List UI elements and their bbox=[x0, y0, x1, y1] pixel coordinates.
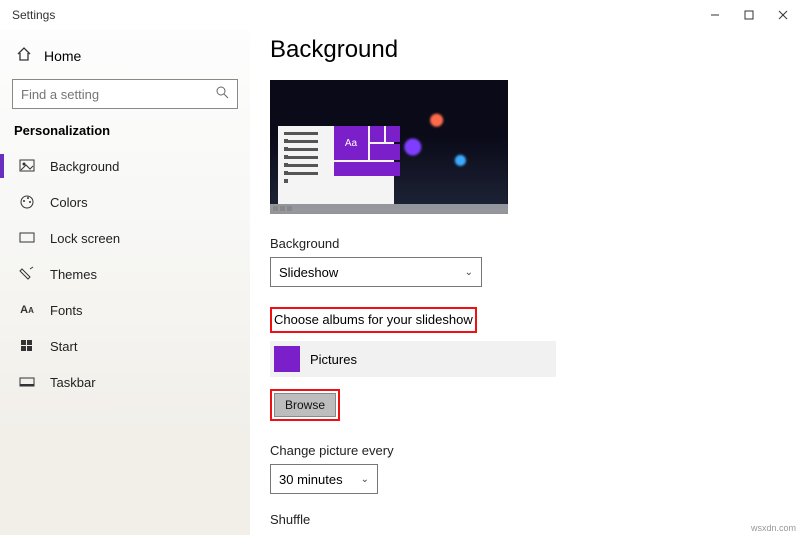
shuffle-label: Shuffle bbox=[270, 512, 772, 527]
album-row[interactable]: Pictures bbox=[270, 341, 556, 377]
desktop-preview: Aa bbox=[270, 80, 508, 214]
change-interval-value: 30 minutes bbox=[279, 472, 343, 487]
chevron-down-icon: ⌄ bbox=[465, 267, 473, 278]
maximize-button[interactable] bbox=[732, 0, 766, 30]
sidebar-item-label: Themes bbox=[50, 267, 97, 282]
search-input[interactable] bbox=[12, 79, 238, 109]
home-button[interactable]: Home bbox=[12, 40, 238, 79]
preview-taskbar bbox=[270, 204, 508, 214]
lock-screen-icon bbox=[18, 229, 36, 247]
home-label: Home bbox=[44, 48, 81, 64]
chevron-down-icon: ⌄ bbox=[361, 474, 369, 485]
background-dropdown[interactable]: Slideshow ⌄ bbox=[270, 257, 482, 287]
sidebar-item-taskbar[interactable]: Taskbar bbox=[12, 364, 238, 400]
background-label: Background bbox=[270, 236, 772, 251]
titlebar: Settings bbox=[0, 0, 800, 30]
preview-start-panel: Aa bbox=[278, 126, 394, 204]
sidebar-item-lock-screen[interactable]: Lock screen bbox=[12, 220, 238, 256]
sidebar-item-label: Colors bbox=[50, 195, 88, 210]
album-name: Pictures bbox=[310, 352, 357, 367]
sidebar-item-background[interactable]: Background bbox=[12, 148, 238, 184]
sidebar-item-label: Start bbox=[50, 339, 77, 354]
start-icon bbox=[18, 337, 36, 355]
window-title: Settings bbox=[12, 8, 55, 22]
background-dropdown-value: Slideshow bbox=[279, 265, 338, 280]
close-button[interactable] bbox=[766, 0, 800, 30]
sidebar-item-colors[interactable]: Colors bbox=[12, 184, 238, 220]
sidebar-item-label: Taskbar bbox=[50, 375, 96, 390]
browse-button[interactable]: Browse bbox=[274, 393, 336, 417]
minimize-button[interactable] bbox=[698, 0, 732, 30]
preview-tile-aa: Aa bbox=[334, 126, 368, 160]
fonts-icon: AA bbox=[18, 301, 36, 319]
sidebar-item-start[interactable]: Start bbox=[12, 328, 238, 364]
palette-icon bbox=[18, 193, 36, 211]
main-content: Background Aa Background Slideshow ⌄ Cho… bbox=[250, 30, 800, 535]
sidebar-item-themes[interactable]: Themes bbox=[12, 256, 238, 292]
search-icon bbox=[215, 85, 229, 104]
page-title: Background bbox=[270, 36, 772, 64]
watermark: wsxdn.com bbox=[751, 523, 796, 533]
section-title: Personalization bbox=[14, 123, 238, 138]
search-field[interactable] bbox=[21, 87, 215, 102]
change-interval-dropdown[interactable]: 30 minutes ⌄ bbox=[270, 464, 378, 494]
picture-icon bbox=[18, 157, 36, 175]
sidebar-item-label: Background bbox=[50, 159, 119, 174]
change-picture-label: Change picture every bbox=[270, 443, 772, 458]
themes-icon bbox=[18, 265, 36, 283]
sidebar-item-label: Lock screen bbox=[50, 231, 120, 246]
sidebar-item-fonts[interactable]: AA Fonts bbox=[12, 292, 238, 328]
taskbar-icon bbox=[18, 373, 36, 391]
sidebar: Home Personalization Background Colors L bbox=[0, 30, 250, 535]
sidebar-item-label: Fonts bbox=[50, 303, 83, 318]
album-thumbnail bbox=[274, 346, 300, 372]
albums-label: Choose albums for your slideshow bbox=[274, 312, 473, 327]
home-icon bbox=[16, 46, 32, 65]
